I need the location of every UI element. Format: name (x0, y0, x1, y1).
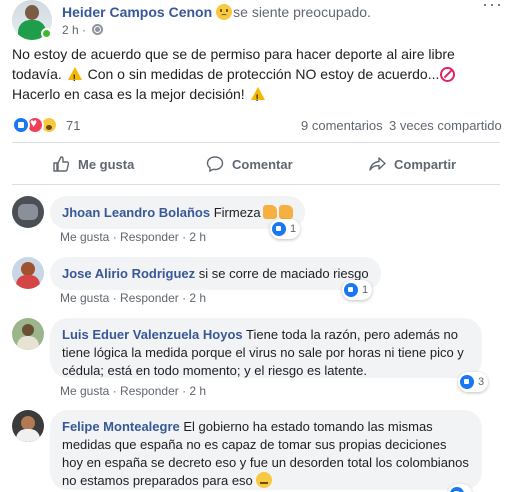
commenter-avatar[interactable] (12, 318, 44, 350)
commenter-avatar[interactable] (12, 196, 44, 228)
comment-time[interactable]: 2 h (189, 291, 206, 305)
comment-reply-link[interactable]: Responder (120, 291, 179, 305)
comment-text: Firmeza (213, 205, 261, 220)
comment-reply-link[interactable]: Responder (120, 384, 179, 398)
divider (12, 184, 500, 185)
pointing-hand-icon (262, 205, 277, 219)
share-icon (369, 157, 386, 171)
commenter-name[interactable]: Luis Eduer Valenzuela Hoyos (62, 327, 243, 342)
comment-reply-link[interactable]: Responder (120, 230, 179, 244)
divider (12, 142, 500, 143)
comment-actions: Me gusta · Responder · 2 h (60, 230, 207, 244)
like-reaction-icon[interactable] (12, 116, 30, 134)
action-bar: Me gusta Comentar Compartir (12, 147, 500, 181)
post-text-line-3: Hacerlo en casa es la mejor decisión! (12, 86, 245, 102)
comment-icon (206, 156, 224, 173)
worried-face-icon (216, 4, 233, 20)
commenter-name[interactable]: Jhoan Leandro Bolaños (62, 205, 210, 220)
comment-text: si se corre de maciado riesgo (198, 266, 369, 281)
post-text: No estoy de acuerdo que se de permiso pa… (12, 44, 500, 108)
comment-bubble: Jhoan Leandro Bolaños Firmeza (50, 196, 305, 229)
sweat-smile-icon (256, 472, 273, 488)
comment-button[interactable]: Comentar (206, 147, 293, 181)
share-button[interactable]: Compartir (368, 147, 456, 181)
comment-time[interactable]: 2 h (189, 384, 206, 398)
like-button[interactable]: Me gusta (52, 147, 134, 181)
feeling-text: se siente preocupado. (233, 4, 371, 20)
comment-item: Felipe Montealegre El gobierno ha estado… (12, 408, 504, 492)
comment-like-link[interactable]: Me gusta (60, 384, 109, 398)
commenter-avatar[interactable] (12, 257, 44, 289)
comment-actions: Me gusta · Responder · 2 h (60, 384, 207, 398)
commenter-name[interactable]: Jose Alirio Rodriguez (62, 266, 195, 281)
comment-like-link[interactable]: Me gusta (60, 291, 109, 305)
fist-icon (278, 205, 293, 219)
comment-item: Luis Eduer Valenzuela Hoyos Tiene toda l… (12, 316, 504, 402)
comment-like-link[interactable]: Me gusta (60, 230, 109, 244)
reaction-count[interactable]: 71 (66, 118, 80, 133)
like-reaction-icon (272, 222, 286, 236)
comment-label: Comentar (232, 156, 293, 172)
comment-time[interactable]: 2 h (189, 230, 206, 244)
comment-reaction-count: 1 (362, 284, 369, 296)
comment-reaction-count: 3 (478, 376, 485, 388)
like-reaction-icon (344, 283, 358, 297)
no-entry-icon (440, 67, 456, 82)
commenter-name[interactable]: Felipe Montealegre (62, 419, 180, 434)
comment-reactions[interactable]: 3 (458, 372, 489, 392)
warning-icon (67, 67, 82, 88)
like-reaction-icon (450, 487, 464, 492)
post-header: Heider Campos Cenon se siente preocupado.… (0, 0, 512, 40)
post-meta: 2 h · (62, 23, 104, 37)
comment-bubble: Jose Alirio Rodriguez si se corre de mac… (50, 257, 381, 290)
comments-count[interactable]: 9 comentarios (301, 118, 383, 133)
like-reaction-icon (460, 375, 474, 389)
comment-item: Jhoan Leandro Bolaños Firmeza 1 Me gusta… (12, 194, 504, 246)
comment-item: Jose Alirio Rodriguez si se corre de mac… (12, 255, 504, 307)
meta-separator: · (82, 23, 87, 37)
globe-icon[interactable] (92, 24, 104, 35)
like-label: Me gusta (78, 156, 135, 172)
author-line: Heider Campos Cenon se siente preocupado. (62, 4, 371, 20)
warning-icon (250, 87, 265, 108)
comment-actions: Me gusta · Responder · 2 h (60, 291, 207, 305)
comment-bubble: Luis Eduer Valenzuela Hoyos Tiene toda l… (50, 318, 482, 378)
commenter-avatar[interactable] (12, 410, 44, 442)
comment-reaction-count: 1 (290, 223, 297, 235)
author-name[interactable]: Heider Campos Cenon (62, 4, 212, 20)
thumbs-up-icon (53, 156, 70, 172)
post-time[interactable]: 2 h (62, 23, 79, 37)
online-status-icon (41, 28, 52, 39)
comment-reactions[interactable]: 1 (342, 280, 373, 300)
comment-reactions[interactable]: 1 (270, 219, 301, 239)
shares-count[interactable]: 3 veces compartido (389, 118, 502, 133)
more-options-icon[interactable]: ··· (482, 0, 508, 13)
comment-bubble: Felipe Montealegre El gobierno ha estado… (50, 410, 482, 490)
post-stats: 71 9 comentarios 3 veces compartido (12, 114, 504, 136)
post-text-line-2: Con o sin medidas de protección NO estoy… (87, 66, 440, 82)
share-label: Compartir (394, 156, 457, 172)
